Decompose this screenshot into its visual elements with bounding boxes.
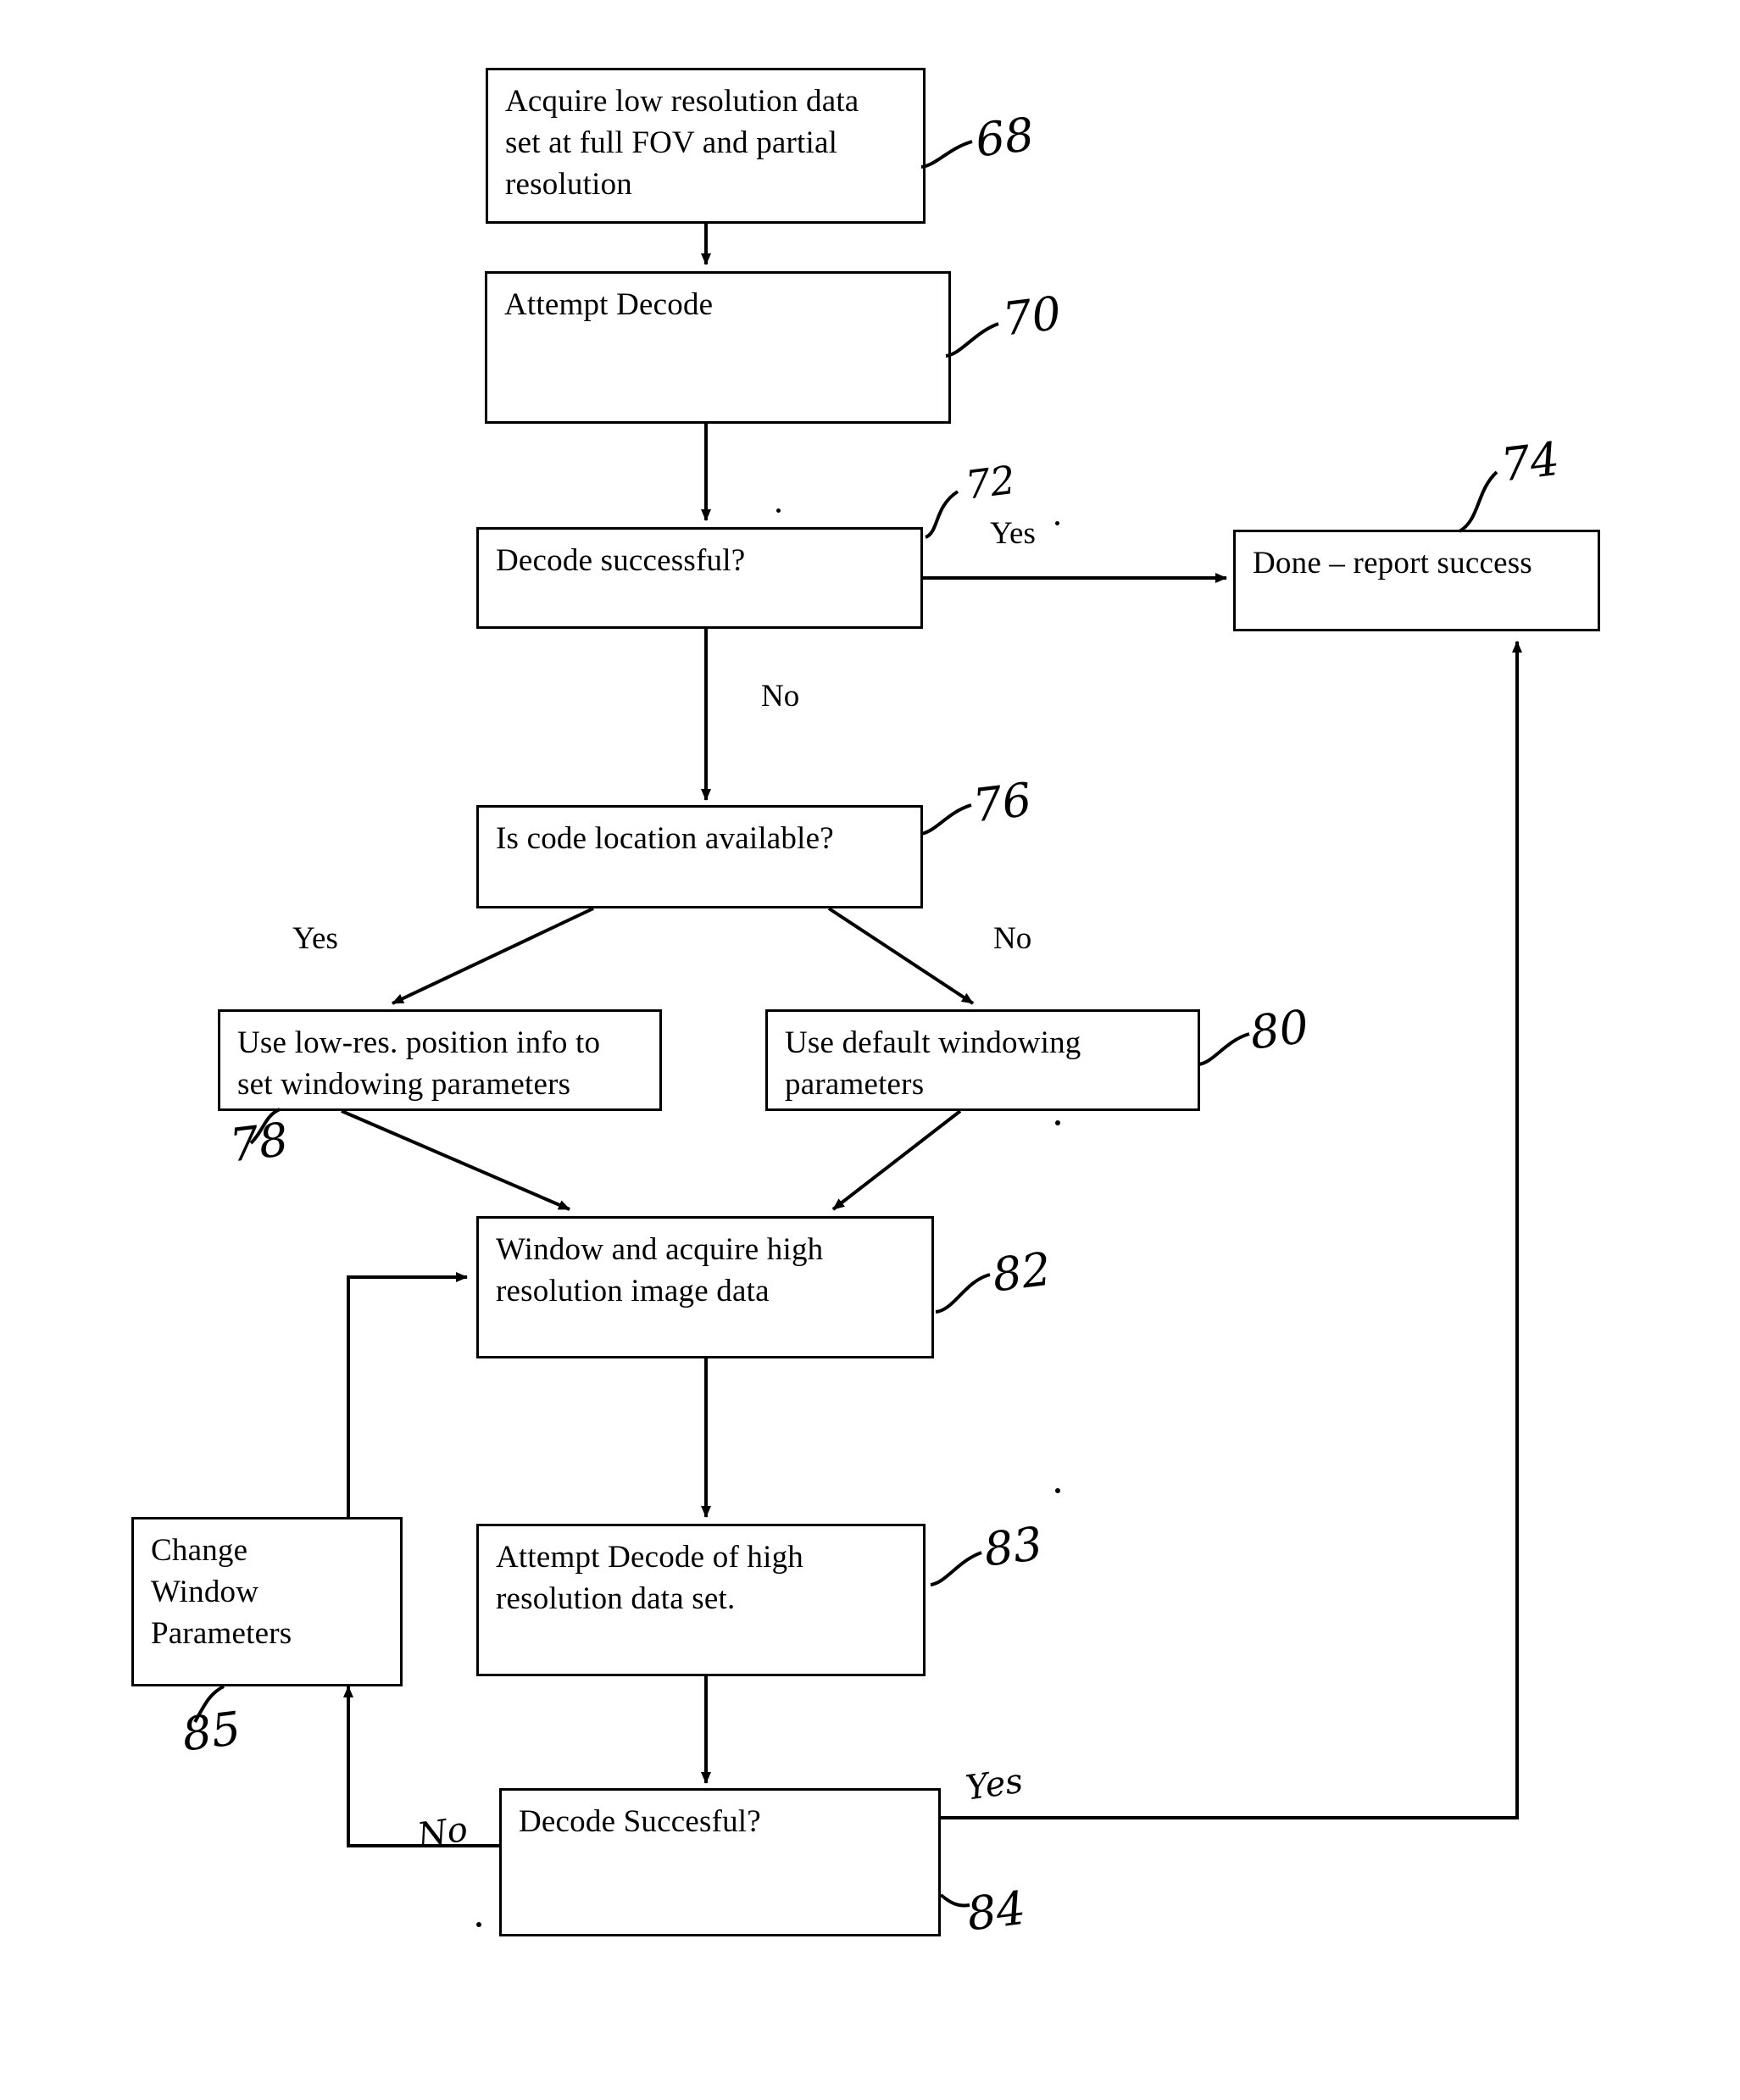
scan-speck: [776, 508, 781, 513]
leader-line-82: [935, 1273, 991, 1314]
branch-label-final-no: No: [414, 1809, 470, 1856]
connector-78-to-82: [341, 1109, 570, 1211]
node-label-72: Decode successful?: [496, 543, 746, 578]
node-attempt-decode-high-resolution: Attempt Decode of high resolution data s…: [476, 1524, 926, 1676]
node-decode-succesful-final: Decode Succesful?: [499, 1788, 941, 1936]
connector-76-no-to-80: [827, 907, 975, 1005]
leader-line-74: [1458, 470, 1498, 533]
node-label-76: Is code location available?: [496, 821, 834, 856]
node-label-85: Change Window Parameters: [151, 1533, 292, 1651]
node-label-78: Use low-res. position info to set window…: [237, 1025, 601, 1102]
branch-label-location-no: No: [993, 921, 1032, 956]
figure-canvas: Acquire low resolution data set at full …: [0, 0, 1740, 2100]
branch-label-final-yes: Yes: [963, 1761, 1026, 1808]
connector-80-to-82: [831, 1109, 962, 1211]
node-decode-successful: Decode successful?: [476, 527, 923, 629]
node-use-lowres-position-info: Use low-res. position info to set window…: [218, 1009, 662, 1111]
node-label-74: Done – report success: [1253, 546, 1532, 581]
node-acquire-low-resolution: Acquire low resolution data set at full …: [486, 68, 926, 224]
node-window-acquire-high-resolution: Window and acquire high resolution image…: [476, 1216, 934, 1358]
node-label-68: Acquire low resolution data set at full …: [505, 84, 859, 202]
scan-speck: [476, 1922, 481, 1927]
node-label-70: Attempt Decode: [504, 287, 714, 322]
leader-line-70: [945, 322, 999, 358]
leader-line-78: [249, 1108, 281, 1145]
leader-line-83: [930, 1551, 982, 1586]
branch-label-location-yes: Yes: [292, 921, 338, 956]
connector-76-yes-to-78: [392, 907, 594, 1005]
node-change-window-parameters: Change Window Parameters: [131, 1517, 403, 1686]
node-use-default-windowing: Use default windowing parameters: [765, 1009, 1200, 1111]
node-label-83: Attempt Decode of high resolution data s…: [496, 1540, 804, 1616]
leader-line-72: [924, 490, 959, 539]
branch-label-decode-yes: Yes: [990, 516, 1036, 551]
leader-line-84: [939, 1893, 970, 1908]
branch-label-decode-no: No: [761, 679, 800, 714]
leader-line-76: [920, 803, 972, 836]
connector-85-to-82: [347, 1272, 468, 1517]
node-label-80: Use default windowing parameters: [785, 1025, 1081, 1102]
leader-line-68: [920, 140, 973, 169]
node-is-code-location-available: Is code location available?: [476, 805, 923, 908]
leader-line-80: [1198, 1032, 1250, 1066]
node-done-report-success: Done – report success: [1233, 530, 1600, 631]
leader-line-85: [193, 1685, 225, 1723]
node-label-84: Decode Succesful?: [519, 1804, 761, 1839]
scan-speck: [1055, 1488, 1060, 1493]
node-label-82: Window and acquire high resolution image…: [496, 1232, 824, 1308]
node-attempt-decode: Attempt Decode: [485, 271, 951, 424]
scan-speck: [1055, 1120, 1060, 1125]
scan-speck: [1055, 521, 1059, 525]
